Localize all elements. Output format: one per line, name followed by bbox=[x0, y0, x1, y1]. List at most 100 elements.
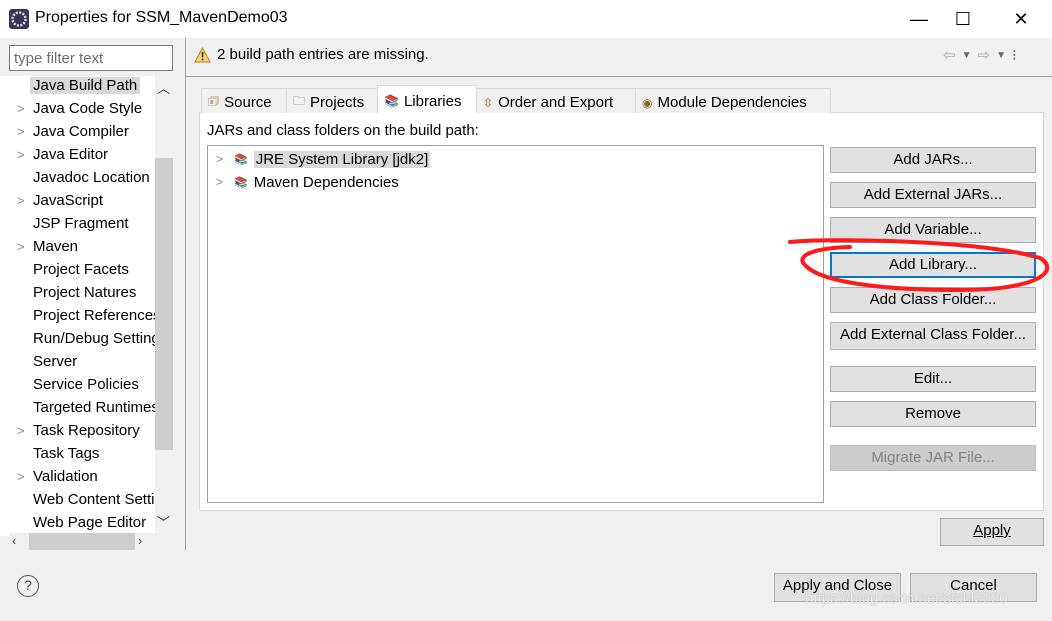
tree-item-label: Java Editor bbox=[33, 146, 109, 163]
expand-icon[interactable]: > bbox=[17, 101, 25, 116]
edit-button[interactable]: Edit... bbox=[830, 366, 1036, 392]
expand-icon[interactable]: > bbox=[216, 175, 228, 189]
tree-item[interactable]: Server bbox=[0, 352, 155, 375]
warning-text: 2 build path entries are missing. bbox=[217, 46, 429, 63]
more-icon[interactable]: ⁝ bbox=[1012, 46, 1017, 66]
tree-item-label: Validation bbox=[33, 468, 98, 485]
tree-item[interactable]: Run/Debug Settings bbox=[0, 329, 155, 352]
tree-item-label: Task Tags bbox=[33, 445, 100, 462]
add-external-class-folder-button[interactable]: Add External Class Folder... bbox=[830, 322, 1036, 350]
list-item[interactable]: > 📚 JRE System Library [jdk2] bbox=[216, 148, 431, 170]
tree-item[interactable]: > Task Repository bbox=[0, 421, 155, 444]
maximize-button[interactable]: ☐ bbox=[940, 0, 986, 38]
tree-item[interactable]: Java Build Path bbox=[0, 76, 155, 99]
tab-label: Source bbox=[224, 94, 272, 111]
tree-item[interactable]: Service Policies bbox=[0, 375, 155, 398]
tree-hscroll-thumb[interactable] bbox=[29, 533, 135, 550]
expand-icon[interactable]: > bbox=[17, 239, 25, 254]
add-jars-button[interactable]: Add JARs... bbox=[830, 147, 1036, 173]
tab-module-dependencies[interactable]: ◉ Module Dependencies bbox=[635, 88, 831, 113]
back-menu-icon[interactable]: ▼ bbox=[962, 46, 972, 66]
tab-label: Libraries bbox=[403, 92, 462, 110]
list-item-label: Maven Dependencies bbox=[253, 173, 399, 191]
warning-icon bbox=[194, 46, 211, 62]
tree-item[interactable]: > Validation bbox=[0, 467, 155, 490]
window-title: Properties for SSM_MavenDemo03 bbox=[35, 9, 288, 26]
tree-item-label: Project References bbox=[33, 307, 155, 324]
eclipse-icon bbox=[9, 9, 29, 29]
scroll-left-icon[interactable]: ‹ bbox=[12, 533, 16, 548]
tree-item-label: Javadoc Location bbox=[33, 169, 150, 186]
tree-item[interactable]: Project Natures bbox=[0, 283, 155, 306]
tree-item-label: Project Natures bbox=[33, 284, 137, 301]
library-icon: 📚 bbox=[234, 153, 248, 166]
expand-icon[interactable]: > bbox=[17, 423, 25, 438]
tree-item[interactable]: Project References bbox=[0, 306, 155, 329]
tree-item-label: Run/Debug Settings bbox=[33, 330, 155, 347]
back-icon[interactable]: ⇦ bbox=[943, 46, 956, 66]
tree-item-label: Service Policies bbox=[33, 376, 139, 393]
nav-controls: ⇦ ▼ ⇨ ▼ ⁝ bbox=[943, 46, 1017, 66]
help-icon[interactable]: ? bbox=[17, 575, 39, 597]
apply-label: Apply bbox=[973, 522, 1011, 539]
tab-order-and-export[interactable]: ⇳ Order and Export bbox=[476, 88, 636, 113]
add-external-jars-button[interactable]: Add External JARs... bbox=[830, 182, 1036, 208]
tree-item-label: JSP Fragment bbox=[33, 215, 129, 232]
list-item[interactable]: > 📚 Maven Dependencies bbox=[216, 171, 399, 193]
tree-item-label: Web Content Settings bbox=[33, 491, 155, 508]
panel-label: JARs and class folders on the build path… bbox=[207, 122, 479, 139]
tree-item[interactable]: > Java Compiler bbox=[0, 122, 155, 145]
scroll-up-icon[interactable]: ︿ bbox=[157, 78, 170, 97]
tree-item-label: Java Build Path bbox=[30, 77, 141, 94]
forward-icon[interactable]: ⇨ bbox=[977, 46, 990, 66]
tree-item-label: Targeted Runtimes bbox=[33, 399, 155, 416]
close-button[interactable]: ✕ bbox=[998, 0, 1044, 38]
tree-item[interactable]: Javadoc Location bbox=[0, 168, 155, 191]
expand-icon[interactable]: > bbox=[17, 147, 25, 162]
tree-item-label: JavaScript bbox=[33, 192, 104, 209]
expand-icon[interactable]: > bbox=[216, 152, 228, 166]
tree-item[interactable]: JSP Fragment bbox=[0, 214, 155, 237]
order-icon: ⇳ bbox=[483, 95, 494, 110]
tree-item[interactable]: Web Content Settings bbox=[0, 490, 155, 513]
title-bar: Properties for SSM_MavenDemo03 — ☐ ✕ bbox=[0, 0, 1052, 38]
remove-button[interactable]: Remove bbox=[830, 401, 1036, 427]
tree-item[interactable]: > Maven bbox=[0, 237, 155, 260]
build-path-list[interactable]: > 📚 JRE System Library [jdk2] > 📚 Maven Depen… bbox=[207, 145, 824, 503]
folder-icon: 🗀 bbox=[293, 94, 306, 108]
migrate-jar-file-button: Migrate JAR File... bbox=[830, 445, 1036, 471]
tree-item[interactable]: > Java Editor bbox=[0, 145, 155, 168]
tree-item-label: Maven bbox=[33, 238, 79, 255]
tree-item[interactable]: Targeted Runtimes bbox=[0, 398, 155, 421]
add-library-button[interactable]: Add Library... bbox=[830, 252, 1036, 278]
tree-item-label: Java Compiler bbox=[33, 123, 129, 140]
tree-item[interactable]: Task Tags bbox=[0, 444, 155, 467]
tree-item[interactable]: > JavaScript bbox=[0, 191, 155, 214]
separator bbox=[186, 76, 1052, 77]
tab-source[interactable]: 🗊 Source bbox=[201, 88, 287, 113]
tree-item[interactable]: Project Facets bbox=[0, 260, 155, 283]
list-item-label: JRE System Library [jdk2] bbox=[253, 150, 431, 168]
tree-scroll-thumb[interactable] bbox=[155, 158, 173, 450]
watermark: https://blog.csdn.net/sfchl2020 bbox=[805, 590, 1008, 607]
source-icon: 🗊 bbox=[208, 94, 220, 108]
filter-input[interactable] bbox=[9, 45, 173, 71]
tree-item-label: Task Repository bbox=[33, 422, 140, 439]
add-variable-button[interactable]: Add Variable... bbox=[830, 217, 1036, 243]
forward-menu-icon[interactable]: ▼ bbox=[996, 46, 1006, 66]
library-icon: 📚 bbox=[234, 176, 248, 189]
divider[interactable] bbox=[185, 38, 186, 550]
tab-projects[interactable]: 🗀 Projects bbox=[286, 88, 378, 113]
apply-button[interactable]: Apply bbox=[940, 518, 1044, 546]
expand-icon[interactable]: > bbox=[17, 124, 25, 139]
expand-icon[interactable]: > bbox=[17, 193, 25, 208]
scroll-right-icon[interactable]: › bbox=[138, 533, 142, 548]
minimize-button[interactable]: — bbox=[896, 0, 942, 38]
tree-item-label: Server bbox=[33, 353, 78, 370]
tab-libraries[interactable]: 📚 Libraries bbox=[377, 85, 477, 113]
tab-label: Projects bbox=[310, 94, 365, 111]
tree-item[interactable]: > Java Code Style bbox=[0, 99, 155, 122]
scroll-down-icon[interactable]: ﹀ bbox=[157, 512, 170, 531]
add-class-folder-button[interactable]: Add Class Folder... bbox=[830, 287, 1036, 313]
expand-icon[interactable]: > bbox=[17, 469, 25, 484]
